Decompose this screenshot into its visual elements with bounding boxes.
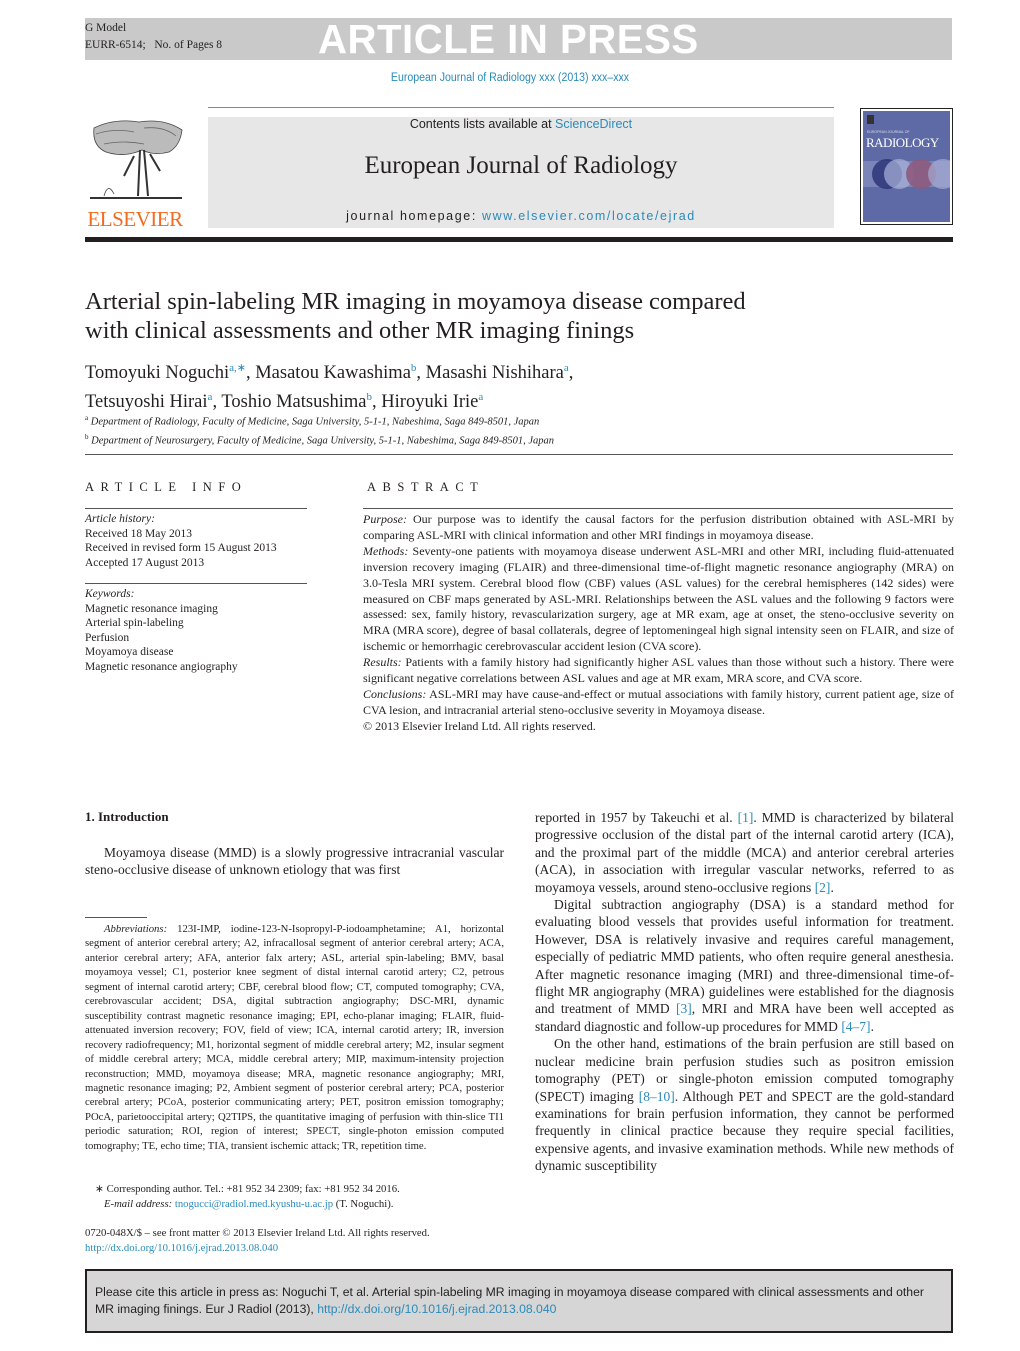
keyword: Magnetic resonance angiography bbox=[85, 660, 238, 673]
keywords-divider bbox=[85, 583, 307, 584]
reference-link[interactable]: [1] bbox=[738, 810, 754, 825]
doi-link[interactable]: http://dx.doi.org/10.1016/j.ejrad.2013.0… bbox=[85, 1241, 504, 1256]
author-affiliation-link[interactable]: a,∗ bbox=[229, 362, 246, 374]
author: Masatou Kawashimab, bbox=[255, 362, 426, 384]
keyword: Magnetic resonance imaging bbox=[85, 602, 218, 615]
keyword: Arterial spin-labeling bbox=[85, 617, 184, 629]
citation-box: Please cite this article in press as: No… bbox=[85, 1269, 953, 1333]
g-model-label: G Model bbox=[85, 22, 127, 34]
article-title: Arterial spin-labeling MR imaging in moy… bbox=[85, 288, 746, 344]
body-right-column: reported in 1957 by Takeuchi et al. [1].… bbox=[535, 809, 954, 1175]
affiliation-b: b Department of Neurosurgery, Faculty of… bbox=[85, 433, 555, 447]
abstract-body: Purpose: Our purpose was to identify the… bbox=[363, 512, 954, 735]
article-info-divider bbox=[85, 508, 307, 509]
reference-link[interactable]: [8–10] bbox=[639, 1089, 675, 1104]
abbreviations-footnote: Abbreviations: 123I-IMP, iodine-123-N-Is… bbox=[85, 923, 504, 1152]
abstract-conclusions: Conclusions: ASL-MRI may have cause-and-… bbox=[363, 686, 954, 717]
article-in-press-text: ARTICLE IN PRESS bbox=[318, 16, 699, 62]
header-divider bbox=[208, 107, 834, 108]
elsevier-wordmark: ELSEVIER bbox=[87, 207, 183, 231]
author: Toshio Matsushimab, bbox=[221, 391, 382, 413]
contents-available: Contents lists available at ScienceDirec… bbox=[409, 117, 633, 131]
author-list: Tomoyuki Noguchia,∗, Masatou Kawashimab,… bbox=[85, 356, 845, 414]
abstract-divider bbox=[363, 508, 953, 509]
abstract-purpose: Purpose: Our purpose was to identify the… bbox=[363, 512, 954, 542]
author: Tetsuyoshi Hiraia, bbox=[85, 391, 222, 413]
history-item: Received in revised form 15 August 2013 bbox=[85, 542, 277, 554]
history-item: Received 18 May 2013 bbox=[85, 527, 192, 540]
cover-elsevier-mark bbox=[867, 115, 874, 124]
abstract-results: Results: Patients with a family history … bbox=[363, 655, 954, 686]
journal-homepage: journal homepage: www.elsevier.com/locat… bbox=[346, 209, 696, 223]
keyword: Moyamoya disease bbox=[85, 646, 174, 658]
keywords: Keywords: Magnetic resonance imaging Art… bbox=[85, 588, 238, 673]
body-paragraph: Digital subtraction angiography (DSA) is… bbox=[535, 897, 954, 1034]
journal-cover-thumbnail[interactable]: EUROPEAN JOURNAL OF RADIOLOGY bbox=[860, 108, 953, 225]
corresponding-author-footnote: ∗ Corresponding author. Tel.: +81 952 34… bbox=[95, 1183, 400, 1210]
abstract-methods: Methods: Seventy-one patients with moyam… bbox=[363, 543, 954, 654]
author-affiliation-link[interactable]: a bbox=[478, 391, 483, 403]
sciencedirect-link[interactable]: ScienceDirect bbox=[555, 117, 632, 131]
reference-link[interactable]: [4–7] bbox=[841, 1019, 870, 1034]
page-count: No. of Pages 8 bbox=[154, 39, 223, 51]
model-info: G Model EURR-6514; No. of Pages 8 bbox=[85, 20, 222, 54]
homepage-link[interactable]: www.elsevier.com/locate/ejrad bbox=[482, 209, 696, 223]
keyword: Perfusion bbox=[85, 631, 130, 644]
article-history: Article history: Received 18 May 2013 Re… bbox=[85, 513, 277, 569]
cover-subtitle: EUROPEAN JOURNAL OF bbox=[867, 130, 910, 134]
cover-circles-art bbox=[863, 159, 950, 189]
section-divider bbox=[85, 454, 953, 455]
article-id: EURR-6514; bbox=[85, 39, 146, 51]
body-paragraph: On the other hand, estimations of the br… bbox=[535, 1036, 955, 1174]
header-thick-rule bbox=[85, 237, 953, 242]
abstract-heading: ABSTRACT bbox=[367, 480, 485, 494]
affiliations: a Department of Radiology, Faculty of Me… bbox=[85, 411, 955, 449]
reference-link[interactable]: [2] bbox=[815, 880, 831, 895]
author: Hiroyuki Iriea bbox=[381, 391, 484, 413]
footnote-divider bbox=[85, 917, 147, 918]
affiliation-a: a Department of Radiology, Faculty of Me… bbox=[85, 414, 540, 428]
section-heading-introduction: 1. Introduction bbox=[85, 809, 169, 824]
copyright: © 2013 Elsevier Ireland Ltd. All rights … bbox=[363, 718, 596, 733]
citation-doi-link[interactable]: http://dx.doi.org/10.1016/j.ejrad.2013.0… bbox=[317, 1302, 556, 1316]
intro-paragraph: Moyamoya disease (MMD) is a slowly progr… bbox=[85, 845, 504, 878]
history-item: Accepted 17 August 2013 bbox=[85, 556, 205, 569]
email-link[interactable]: tnogucci@radiol.med.kyushu-u.ac.jp bbox=[175, 1198, 333, 1210]
author: Tomoyuki Noguchia,∗, bbox=[85, 362, 256, 384]
journal-reference[interactable]: European Journal of Radiology xxx (2013)… bbox=[41, 72, 979, 84]
journal-name: European Journal of Radiology bbox=[364, 152, 678, 179]
article-info-heading: ARTICLE INFO bbox=[85, 480, 248, 494]
reference-link[interactable]: [3] bbox=[676, 1001, 692, 1016]
body-paragraph: reported in 1957 by Takeuchi et al. [1].… bbox=[535, 810, 955, 895]
cover-title: RADIOLOGY bbox=[866, 135, 939, 150]
front-matter: 0720-048X/$ – see front matter © 2013 El… bbox=[85, 1226, 504, 1255]
author: Masashi Nishiharaa, bbox=[425, 362, 574, 384]
